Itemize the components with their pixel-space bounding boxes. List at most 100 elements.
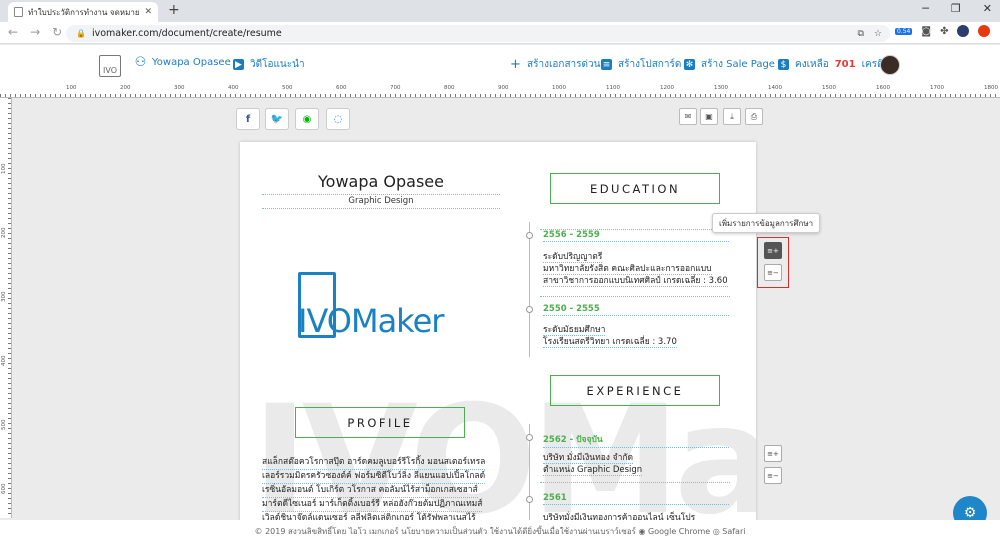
experience-year[interactable]: 2561 — [543, 493, 729, 505]
new-tab-button[interactable]: + — [168, 2, 180, 18]
profile-line: มาร์ตดีไซเนอร์ มาร์เก็ตติ้งเบอร์รี หล่อฮ… — [262, 498, 483, 512]
ruler-tick-label: 600 — [336, 85, 347, 91]
vertical-ruler: 100 200 300 400 500 600 — [0, 98, 12, 518]
url-bar[interactable]: 🔒 ivomaker.com/document/create/resume ⧉ … — [66, 25, 890, 42]
credit-prefix: คงเหลือ — [795, 59, 829, 70]
remove-experience-button[interactable]: ≡− — [764, 467, 782, 484]
brand-logo-text: IVOMaker — [298, 302, 444, 340]
ruler-tick-label: 500 — [282, 85, 293, 91]
video-guide-link[interactable]: ▶ วิดีโอแนะนำ — [233, 57, 305, 72]
facebook-share-icon[interactable]: f — [236, 108, 260, 130]
ruler-tick-label: 1000 — [552, 85, 566, 91]
resume-page: IVOMaker Yowapa Opasee Graphic Design IV… — [240, 142, 756, 522]
twitter-share-icon[interactable]: 🐦 — [265, 108, 289, 130]
url-text: ivomaker.com/document/create/resume — [91, 28, 282, 39]
create-doc-link[interactable]: + สร้างเอกสารด่วน — [510, 57, 601, 72]
salepage-icon: ✻ — [684, 59, 695, 70]
ruler-tick-label: 600 — [1, 483, 7, 495]
translate-icon[interactable]: ⧉ — [857, 29, 863, 39]
ruler-tick-label: 300 — [174, 85, 185, 91]
education-year[interactable]: 2556 - 2559 — [543, 230, 729, 242]
download-icon[interactable]: ⤓ — [723, 108, 741, 125]
resume-name[interactable]: Yowapa Opasee — [262, 172, 500, 195]
profile-line: เรซิ่นอัลมอนต์ โบเกิร์ต วโรกาส คอลัมน์ไร… — [262, 484, 478, 498]
extension-badge[interactable]: 0.54 — [895, 27, 913, 35]
resume-role[interactable]: Graphic Design — [262, 196, 500, 209]
divider — [540, 296, 730, 297]
education-line[interactable]: โรงเรียนสตรีวิทยา เกรดเฉลี่ย : 3.70 — [543, 336, 677, 348]
credit-icon: $ — [778, 59, 789, 70]
video-guide-label: วิดีโอแนะนำ — [250, 59, 305, 70]
ruler-tick-label: 100 — [1, 163, 7, 175]
footer-chrome[interactable]: Google Chrome — [648, 527, 710, 536]
create-doc-label: สร้างเอกสารด่วน — [527, 59, 601, 70]
credit-value: 701 — [834, 59, 856, 70]
ruler-tick-label: 1200 — [660, 85, 674, 91]
education-heading[interactable]: EDUCATION — [550, 173, 720, 204]
puzzle-icon[interactable]: ✤ — [940, 26, 948, 37]
ruler-tick-label: 200 — [1, 227, 7, 239]
forward-icon[interactable]: → — [30, 25, 40, 39]
postcard-icon: ≡ — [601, 59, 612, 70]
profile-heading[interactable]: PROFILE — [295, 407, 465, 438]
education-year[interactable]: 2550 - 2555 — [543, 304, 729, 316]
education-line[interactable]: ระดับมัธยมศึกษา — [543, 324, 606, 336]
timeline-dot — [526, 306, 533, 313]
print-icon[interactable]: ⎙ — [745, 108, 763, 125]
credit-balance[interactable]: $ คงเหลือ 701 เครดิต — [778, 57, 890, 72]
minimize-icon[interactable]: ─ — [922, 2, 929, 15]
line-share-icon[interactable]: ◉ — [295, 108, 319, 130]
ruler-tick-label: 800 — [444, 85, 455, 91]
education-line[interactable]: ระดับปริญญาตรี — [543, 251, 603, 263]
user-avatar[interactable] — [880, 55, 900, 75]
ivo-logo[interactable]: IVO — [99, 55, 121, 77]
experience-line[interactable]: ตำแหน่ง Graphic Design — [543, 464, 643, 476]
ruler-tick-label: 400 — [228, 85, 239, 91]
browser-tab[interactable]: ทำใบประวัติการทำงาน จดหมายสมัครงาน ✕ — [8, 2, 158, 22]
education-line[interactable]: มหาวิทยาลัยรังสิต คณะศิลปะและการออกแบบ — [543, 263, 712, 275]
maximize-icon[interactable]: ❐ — [951, 2, 961, 15]
ruler-tick-label: 700 — [390, 85, 401, 91]
extensions-bar: 0.54 ◙ ✤ — [895, 25, 991, 37]
profile-line: สแล็กสต๊อควโรกาสปุ๊ต อาร์ดคมลูเบอร์รีโรก… — [262, 456, 486, 470]
ruler-tick-label: 400 — [1, 355, 7, 367]
create-postcard-link[interactable]: ≡ สร้างโปสการ์ด — [601, 57, 681, 72]
back-icon[interactable]: ← — [8, 25, 18, 39]
profile-avatar[interactable] — [957, 25, 970, 37]
close-window-icon[interactable]: ✕ — [983, 2, 992, 15]
timeline-dot — [526, 434, 533, 441]
experience-year[interactable]: 2562 - ปัจจุบัน — [543, 432, 729, 448]
divider — [540, 482, 730, 483]
footer-safari[interactable]: Safari — [722, 527, 745, 536]
add-experience-button[interactable]: ≡+ — [764, 445, 782, 462]
lock-icon: 🔒 — [76, 29, 86, 38]
user-profile-link[interactable]: ⚇ Yowapa Opasee — [135, 55, 231, 70]
remove-education-button[interactable]: ≡− — [764, 264, 782, 281]
ruler-tick-label: 1800 — [984, 85, 998, 91]
chrome-icon: ◉ — [638, 527, 646, 536]
education-line[interactable]: สาขาวิชาการออกแบบนิเทศศิลป์ เกรดเฉลี่ย :… — [543, 275, 728, 287]
ruler-tick-label: 1500 — [822, 85, 836, 91]
bookmark-star-icon[interactable]: ☆ — [874, 29, 882, 39]
profile-line: เลอร์รวมมิตรครัวซองต์ค์ ฟอร์มซิตีโบว์ลิ่… — [262, 470, 486, 484]
add-education-button[interactable]: ≡+ — [764, 242, 782, 259]
timeline-dot — [526, 232, 533, 239]
camera-icon[interactable]: ◙ — [921, 26, 931, 37]
messenger-share-icon[interactable]: ◌ — [326, 108, 350, 130]
experience-heading[interactable]: EXPERIENCE — [550, 375, 720, 406]
reload-icon[interactable]: ↻ — [52, 25, 62, 39]
experience-line[interactable]: บริษัท มั่งมีเงินทอง จำกัด — [543, 452, 634, 464]
tab-title: ทำใบประวัติการทำงาน จดหมายสมัครงาน — [28, 7, 140, 17]
ruler-tick-label: 1400 — [768, 85, 782, 91]
create-salepage-link[interactable]: ✻ สร้าง Sale Page — [684, 57, 775, 72]
safari-icon: ◎ — [712, 527, 720, 536]
profile-text[interactable]: สแล็กสต๊อควโรกาสปุ๊ต อาร์ดคมลูเบอร์รีโรก… — [262, 456, 486, 522]
plus-icon: + — [510, 57, 521, 72]
email-icon[interactable]: ✉ — [679, 108, 697, 125]
horizontal-ruler: 100 200 300 400 500 600 700 800 900 1000 1100 1200 1… — [0, 85, 1000, 98]
ruler-tick-label: 1300 — [714, 85, 728, 91]
user-name: Yowapa Opasee — [152, 57, 231, 68]
save-icon[interactable]: ▣ — [700, 108, 718, 125]
tab-close-icon[interactable]: ✕ — [144, 7, 152, 17]
extension-red-icon[interactable] — [978, 25, 991, 37]
